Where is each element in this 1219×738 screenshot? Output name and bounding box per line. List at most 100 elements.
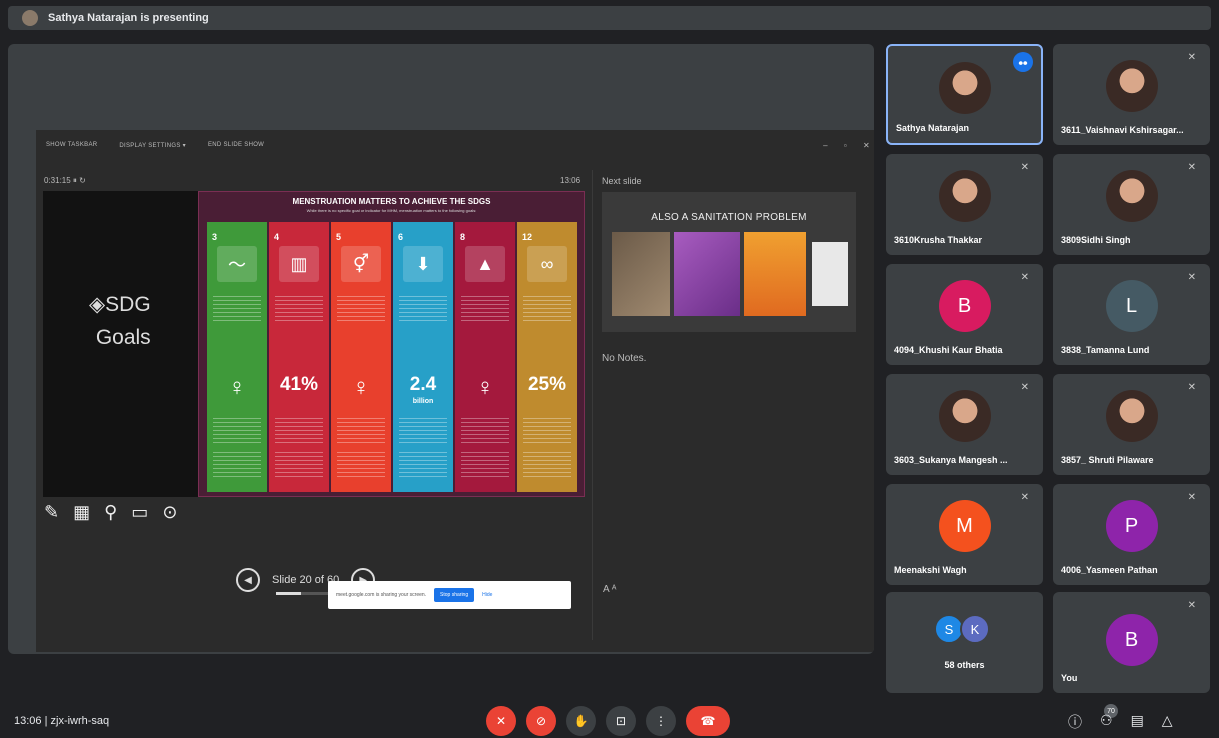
text-lines xyxy=(523,296,571,322)
participant-avatar xyxy=(1105,170,1158,222)
previous-slide-button[interactable]: ◀ xyxy=(236,568,260,592)
call-controls: ✕ ⊘ ✋ ⊡ ⋮ ☎ xyxy=(486,706,730,736)
text-lines xyxy=(337,296,385,322)
participant-tile[interactable]: ⦁⦁ Sathya Natarajan xyxy=(886,44,1043,145)
self-label: You xyxy=(1061,673,1078,683)
participant-tile[interactable]: ✕ P 4006_Yasmeen Pathan xyxy=(1053,484,1210,585)
slide-heading: ◈SDG Goals xyxy=(89,289,151,354)
mic-off-icon: ✕ xyxy=(1187,272,1196,283)
sdg-column: 6 ⬇ 2.4 billion xyxy=(393,222,453,492)
presenting-banner: Sathya Natarajan is presenting xyxy=(8,6,1211,30)
participant-name: 3857_ Shruti Pilaware xyxy=(1061,455,1154,465)
participant-tile[interactable]: ✕ 3610Krusha Thakkar xyxy=(886,154,1043,255)
growth-icon: ▲ xyxy=(465,246,505,282)
participant-avatar: M xyxy=(938,500,991,552)
mic-off-icon: ✕ xyxy=(1187,162,1196,173)
participant-name: Meenakshi Wagh xyxy=(894,565,967,575)
screen-share-bar: meet.google.com is sharing your screen. … xyxy=(328,581,571,609)
mic-off-icon: ✕ xyxy=(1187,600,1196,611)
chat-icon[interactable]: ▤ xyxy=(1131,712,1144,732)
slide-heading-line1: ◈SDG xyxy=(89,293,151,316)
participant-avatar xyxy=(938,170,991,222)
mic-off-icon: ✕ xyxy=(1020,382,1029,393)
divider xyxy=(592,170,593,640)
water-icon: ⬇ xyxy=(403,246,443,282)
hide-button[interactable]: Hide xyxy=(482,592,492,598)
text-lines xyxy=(461,452,509,478)
side-controls: ⓘ ⚇ ▤ △ xyxy=(1068,712,1173,732)
meeting-info: 13:06 | zjx-iwrh-saq xyxy=(14,715,110,727)
pointer-icon[interactable]: ▭ xyxy=(131,502,148,523)
participant-avatar xyxy=(1105,390,1158,442)
photo-4 xyxy=(812,242,848,306)
sdg-goal-number: 3 xyxy=(212,232,218,242)
participant-name: 4006_Yasmeen Pathan xyxy=(1061,565,1158,575)
sdg-goal-number: 4 xyxy=(274,232,280,242)
sdg-goal-number: 6 xyxy=(398,232,404,242)
others-avatar-2: K xyxy=(960,614,990,644)
window-controls: – ▫ ✕ xyxy=(823,141,870,150)
sdg-goal-number: 5 xyxy=(336,232,342,242)
text-lines xyxy=(213,452,261,478)
figure-icon: ♀ xyxy=(476,374,494,401)
text-lines xyxy=(399,418,447,444)
present-button[interactable]: ⊡ xyxy=(606,706,636,736)
participant-tile[interactable]: ✕ 3809Sidhi Singh xyxy=(1053,154,1210,255)
pen-icon[interactable]: ✎ xyxy=(44,502,59,523)
next-slide-title: ALSO A SANITATION PROBLEM xyxy=(651,212,807,223)
infinity-icon: ∞ xyxy=(527,246,567,282)
presenter-clock: 13:06 xyxy=(560,176,581,185)
text-lines xyxy=(275,418,323,444)
maximize-icon[interactable]: ▫ xyxy=(844,141,847,150)
show-taskbar-button[interactable]: SHOW TASKBAR xyxy=(46,142,97,148)
stop-sharing-button[interactable]: Stop sharing xyxy=(434,588,475,602)
sdg-goal-number: 8 xyxy=(460,232,466,242)
participant-tile[interactable]: ✕ L 3838_Tamanna Lund xyxy=(1053,264,1210,365)
participant-tile[interactable]: ✕ 3857_ Shruti Pilaware xyxy=(1053,374,1210,475)
slide-timer: 0:31:15 ⏸ ↻ xyxy=(44,176,86,185)
zoom-icon[interactable]: ⚲ xyxy=(104,502,117,523)
activities-icon[interactable]: △ xyxy=(1162,712,1173,732)
more-options-button[interactable]: ⋮ xyxy=(646,706,676,736)
raise-hand-button[interactable]: ✋ xyxy=(566,706,596,736)
participant-tile[interactable]: ✕ 3603_Sukanya Mangesh ... xyxy=(886,374,1043,475)
close-icon[interactable]: ✕ xyxy=(863,141,870,150)
next-slide-preview[interactable]: ALSO A SANITATION PROBLEM xyxy=(602,192,856,332)
presenting-text: Sathya Natarajan is presenting xyxy=(48,12,209,24)
participant-name: 3838_Tamanna Lund xyxy=(1061,345,1150,355)
camera-off-button[interactable]: ⊘ xyxy=(526,706,556,736)
photo-2 xyxy=(674,232,740,316)
text-lines xyxy=(337,452,385,478)
participant-avatar xyxy=(938,62,991,114)
participant-tile[interactable]: ✕ 3611_Vaishnavi Kshirsagar... xyxy=(1053,44,1210,145)
leave-call-button[interactable]: ☎ xyxy=(686,706,730,736)
figure-icon: ♀ xyxy=(352,374,370,401)
presentation-stage: SHOW TASKBAR DISPLAY SETTINGS ▾ END SLID… xyxy=(8,44,874,654)
more-options-icon[interactable]: ⊙ xyxy=(162,502,177,523)
text-lines xyxy=(461,418,509,444)
text-lines xyxy=(275,452,323,478)
end-slide-show-button[interactable]: END SLIDE SHOW xyxy=(208,142,264,148)
text-lines xyxy=(461,296,509,322)
photo-3 xyxy=(744,232,806,316)
participant-tile[interactable]: ✕ B 4094_Khushi Kaur Bhatia xyxy=(886,264,1043,365)
font-size-controls[interactable]: A ᴬ xyxy=(603,584,616,595)
participant-tile[interactable]: ✕ M Meenakshi Wagh xyxy=(886,484,1043,585)
text-lines xyxy=(399,452,447,478)
participant-name: Sathya Natarajan xyxy=(896,123,970,133)
gender-icon: ⚥ xyxy=(341,246,381,282)
people-icon[interactable]: ⚇ xyxy=(1100,712,1113,732)
self-tile[interactable]: ✕ B You xyxy=(1053,592,1210,693)
slides-grid-icon[interactable]: ▦ xyxy=(73,502,90,523)
mic-off-button[interactable]: ✕ xyxy=(486,706,516,736)
others-tile[interactable]: S K 58 others xyxy=(886,592,1043,693)
bottom-control-bar: 13:06 | zjx-iwrh-saq ✕ ⊘ ✋ ⊡ ⋮ ☎ 70 ⓘ ⚇ … xyxy=(0,704,1219,738)
heartbeat-icon: 〜 xyxy=(217,246,257,282)
participant-name: 3610Krusha Thakkar xyxy=(894,235,983,245)
minimize-icon[interactable]: – xyxy=(823,141,828,150)
mic-off-icon: ✕ xyxy=(1187,492,1196,503)
info-icon[interactable]: ⓘ xyxy=(1068,712,1082,732)
display-settings-button[interactable]: DISPLAY SETTINGS ▾ xyxy=(119,142,186,149)
text-lines xyxy=(275,296,323,322)
participant-name: 3603_Sukanya Mangesh ... xyxy=(894,455,1008,465)
